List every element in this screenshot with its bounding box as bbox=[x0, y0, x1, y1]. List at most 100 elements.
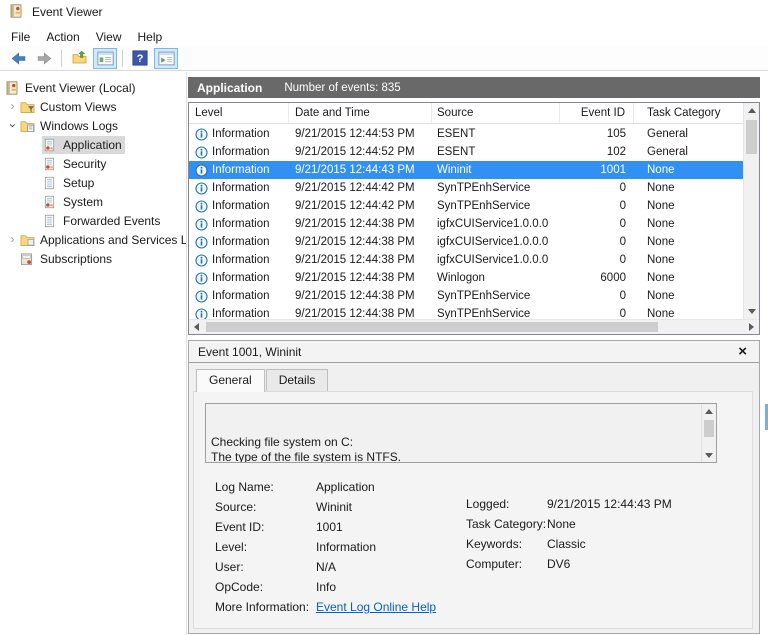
close-icon[interactable] bbox=[738, 343, 747, 361]
level-label: Information bbox=[212, 290, 270, 302]
level-cell: Information bbox=[189, 233, 289, 251]
tree-item-content[interactable]: Custom Views bbox=[19, 98, 119, 116]
event-row[interactable]: Information 9/21/2015 12:44:42 PM SynTPEnh… bbox=[189, 197, 743, 215]
toggle-console-tree-button[interactable] bbox=[93, 47, 117, 69]
event-row[interactable]: Information 9/21/2015 12:44:38 PM igfxCUIS… bbox=[189, 251, 743, 269]
sidebar-item-forwarded-events[interactable]: Forwarded Events bbox=[0, 211, 186, 230]
task-category-cell: None bbox=[647, 254, 675, 266]
info-icon bbox=[195, 199, 208, 213]
log-title: Application bbox=[197, 80, 263, 95]
back-button[interactable] bbox=[6, 48, 30, 69]
vertical-scrollbar[interactable] bbox=[743, 103, 759, 319]
event-log-online-help-link[interactable]: Event Log Online Help bbox=[316, 597, 436, 617]
tree-item-content[interactable]: Applications and Services Lo bbox=[19, 231, 186, 249]
scroll-down-button[interactable] bbox=[702, 448, 716, 462]
sidebar-item-application[interactable]: Application bbox=[0, 135, 186, 154]
datetime-cell: 9/21/2015 12:44:38 PM bbox=[295, 290, 415, 302]
scroll-up-button[interactable] bbox=[702, 404, 716, 418]
column-header-date-and-time[interactable]: Date and Time bbox=[289, 103, 432, 123]
expander-chevron-icon[interactable]: › bbox=[6, 100, 19, 113]
scroll-down-button[interactable] bbox=[744, 304, 759, 319]
plain-log-icon bbox=[43, 214, 59, 228]
datetime-cell: 9/21/2015 12:44:43 PM bbox=[295, 164, 415, 176]
scroll-left-button[interactable] bbox=[189, 320, 204, 334]
open-saved-log-button[interactable] bbox=[67, 48, 91, 69]
event-description-box[interactable]: Checking file system on C: The type of th… bbox=[205, 403, 717, 463]
level-label: Information bbox=[212, 182, 270, 194]
sidebar-item-applications-and-services-lo[interactable]: › Applications and Services Lo bbox=[0, 230, 187, 249]
folder-logs-icon bbox=[20, 119, 36, 133]
menu-file[interactable]: File bbox=[11, 30, 30, 44]
event-row[interactable]: Information 9/21/2015 12:44:52 PM ESENT 102… bbox=[189, 143, 743, 161]
event-viewer-icon bbox=[5, 80, 21, 95]
datetime-cell: 9/21/2015 12:44:38 PM bbox=[295, 272, 415, 284]
event-row[interactable]: Information 9/21/2015 12:44:38 PM SynTPEnh… bbox=[189, 287, 743, 305]
event-row[interactable]: Information 9/21/2015 12:44:53 PM ESENT 105… bbox=[189, 125, 743, 143]
source-cell: SynTPEnhService bbox=[437, 200, 531, 212]
event-row[interactable]: Information 9/21/2015 12:44:38 PM Winlogon… bbox=[189, 269, 743, 287]
sidebar-item-windows-logs[interactable]: › Windows Logs bbox=[0, 116, 186, 135]
horizontal-scroll-thumb[interactable] bbox=[206, 322, 658, 332]
event-log-icon bbox=[43, 195, 59, 209]
event-id-cell: 0 bbox=[619, 182, 626, 194]
event-row[interactable]: Information 9/21/2015 12:44:43 PM Wininit 1… bbox=[189, 161, 743, 179]
scroll-right-button[interactable] bbox=[744, 320, 759, 334]
scroll-up-button[interactable] bbox=[744, 103, 759, 118]
tree-item-content[interactable]: Application bbox=[42, 135, 125, 154]
sidebar-divider[interactable] bbox=[186, 72, 187, 635]
menu-help[interactable]: Help bbox=[138, 30, 163, 44]
info-icon bbox=[195, 181, 208, 195]
expander-chevron-icon[interactable]: › bbox=[6, 119, 20, 132]
sidebar-item-system[interactable]: System bbox=[0, 192, 186, 211]
field-label: OpCode: bbox=[215, 580, 264, 594]
sidebar-item-security[interactable]: Security bbox=[0, 154, 186, 173]
help-button[interactable]: ? bbox=[128, 48, 152, 69]
event-id-cell: 0 bbox=[619, 308, 626, 319]
event-id-cell: 0 bbox=[619, 290, 626, 302]
level-label: Information bbox=[212, 164, 270, 176]
tab-details[interactable]: Details bbox=[265, 369, 329, 391]
source-cell: SynTPEnhService bbox=[437, 182, 531, 194]
field-value: Classic bbox=[547, 537, 586, 551]
tree-item-content[interactable]: Setup bbox=[42, 174, 97, 192]
tree-item-content[interactable]: Windows Logs bbox=[19, 117, 121, 135]
event-row[interactable]: Information 9/21/2015 12:44:38 PM SynTPEnh… bbox=[189, 305, 743, 319]
level-label: Information bbox=[212, 236, 270, 248]
sidebar-item-event-viewer-local[interactable]: Event Viewer (Local) bbox=[0, 78, 186, 97]
column-header-task-category[interactable]: Task Category bbox=[634, 103, 743, 123]
vertical-scroll-thumb[interactable] bbox=[746, 120, 757, 154]
description-scroll-thumb[interactable] bbox=[704, 420, 714, 437]
column-header-source[interactable]: Source bbox=[432, 103, 560, 123]
event-row[interactable]: Information 9/21/2015 12:44:38 PM igfxCUIS… bbox=[189, 233, 743, 251]
expander-chevron-icon[interactable]: › bbox=[6, 233, 19, 246]
forward-button[interactable] bbox=[32, 48, 56, 69]
menu-view[interactable]: View bbox=[96, 30, 122, 44]
sidebar-item-subscriptions[interactable]: Subscriptions bbox=[0, 249, 186, 268]
toggle-action-pane-button[interactable] bbox=[154, 47, 178, 69]
sidebar-item-custom-views[interactable]: › Custom Views bbox=[0, 97, 186, 116]
menu-bar: File Action View Help bbox=[3, 28, 170, 46]
description-scrollbar[interactable] bbox=[701, 404, 716, 462]
menu-action[interactable]: Action bbox=[46, 30, 79, 44]
column-header-level[interactable]: Level bbox=[189, 103, 289, 123]
event-count: Number of events: 835 bbox=[284, 81, 401, 94]
horizontal-scrollbar[interactable] bbox=[189, 319, 759, 334]
source-cell: SynTPEnhService bbox=[437, 290, 531, 302]
sidebar-item-setup[interactable]: Setup bbox=[0, 173, 186, 192]
source-cell: Wininit bbox=[437, 164, 472, 176]
tree-item-content[interactable]: Security bbox=[42, 155, 109, 173]
description-line: The type of the file system is NTFS. bbox=[211, 450, 402, 463]
tree-item-content[interactable]: Event Viewer (Local) bbox=[4, 79, 139, 97]
event-list-header: Level Date and Time Source Event ID Task Cat… bbox=[189, 103, 743, 124]
column-header-event-id[interactable]: Event ID bbox=[560, 103, 634, 123]
sidebar-item-label: Setup bbox=[63, 175, 95, 190]
tree-item-content[interactable]: Subscriptions bbox=[19, 250, 115, 268]
event-row[interactable]: Information 9/21/2015 12:44:38 PM igfxCUIS… bbox=[189, 215, 743, 233]
folder-filter-icon bbox=[20, 100, 36, 114]
event-row[interactable]: Information 9/21/2015 12:44:42 PM SynTPEnh… bbox=[189, 179, 743, 197]
level-label: Information bbox=[212, 128, 270, 140]
level-label: Information bbox=[212, 308, 270, 319]
tab-general[interactable]: General bbox=[196, 369, 265, 392]
tree-item-content[interactable]: Forwarded Events bbox=[42, 212, 163, 230]
tree-item-content[interactable]: System bbox=[42, 193, 106, 211]
